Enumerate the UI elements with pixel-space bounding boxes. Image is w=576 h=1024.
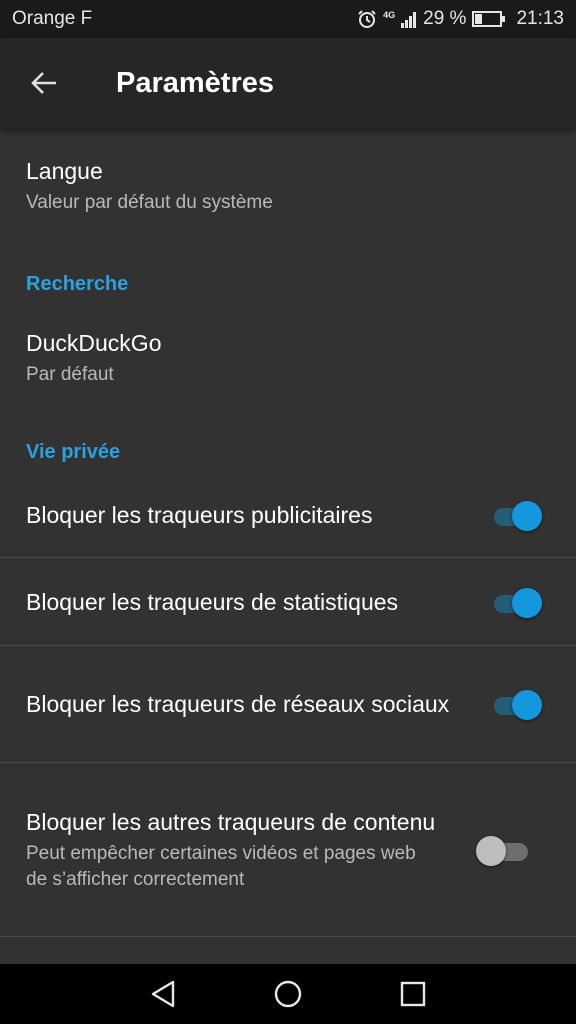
search-engine-title: DuckDuckGo [26,330,162,356]
settings-list: Langue Valeur par défaut du système Rech… [0,128,576,964]
search-engine-setting[interactable]: DuckDuckGo Par défaut [0,296,576,392]
language-title: Langue [26,158,103,184]
navigation-bar [0,964,576,1024]
block-analytics-trackers-row[interactable]: Bloquer les traqueurs de statistiques [0,558,576,646]
nav-back-button[interactable] [133,964,193,1024]
block-content-trackers-summary: Peut empêcher certaines vidéos et pages … [26,842,416,890]
block-ad-trackers-row[interactable]: Bloquer les traqueurs publicitaires [0,472,576,558]
battery-icon [472,10,506,28]
clock: 21:13 [516,8,564,29]
language-setting[interactable]: Langue Valeur par défaut du système [0,128,576,224]
battery-percent: 29 % [423,8,467,29]
block-social-trackers-switch[interactable] [492,687,546,721]
triangle-back-icon [151,980,174,1008]
block-social-trackers-row[interactable]: Bloquer les traqueurs de réseaux sociaux [0,646,576,763]
nav-recents-button[interactable] [383,964,443,1024]
back-button[interactable] [0,38,88,128]
circle-home-icon [274,980,302,1008]
search-section-header: Recherche [26,273,129,295]
block-ad-trackers-switch[interactable] [492,498,546,532]
block-content-trackers-switch[interactable] [476,833,534,867]
page-title: Paramètres [116,66,274,99]
block-content-trackers-label: Bloquer les autres traqueurs de contenu [26,808,436,835]
block-social-trackers-label: Bloquer les traqueurs de réseaux sociaux [26,691,450,717]
network-type-label: 4G [383,10,396,20]
square-recents-icon [401,981,426,1007]
nav-home-button[interactable] [258,964,318,1024]
block-ad-trackers-label: Bloquer les traqueurs publicitaires [26,501,373,528]
arrow-back-icon [31,72,56,94]
status-bar: Orange F 4G 29 % 21:13 [0,0,576,38]
alarm-icon [357,9,377,29]
block-content-trackers-row[interactable]: Bloquer les autres traqueurs de contenu … [0,763,576,937]
language-summary: Valeur par défaut du système [26,192,273,213]
search-engine-summary: Par défaut [26,364,114,385]
privacy-section-header: Vie privée [26,441,121,463]
carrier-name: Orange F [12,8,93,29]
block-analytics-trackers-label: Bloquer les traqueurs de statistiques [26,588,399,615]
status-icons: 4G 29 % 21:13 [357,8,564,30]
signal-icon [401,10,417,28]
block-analytics-trackers-switch[interactable] [492,585,546,619]
toolbar: Paramètres [0,38,576,128]
